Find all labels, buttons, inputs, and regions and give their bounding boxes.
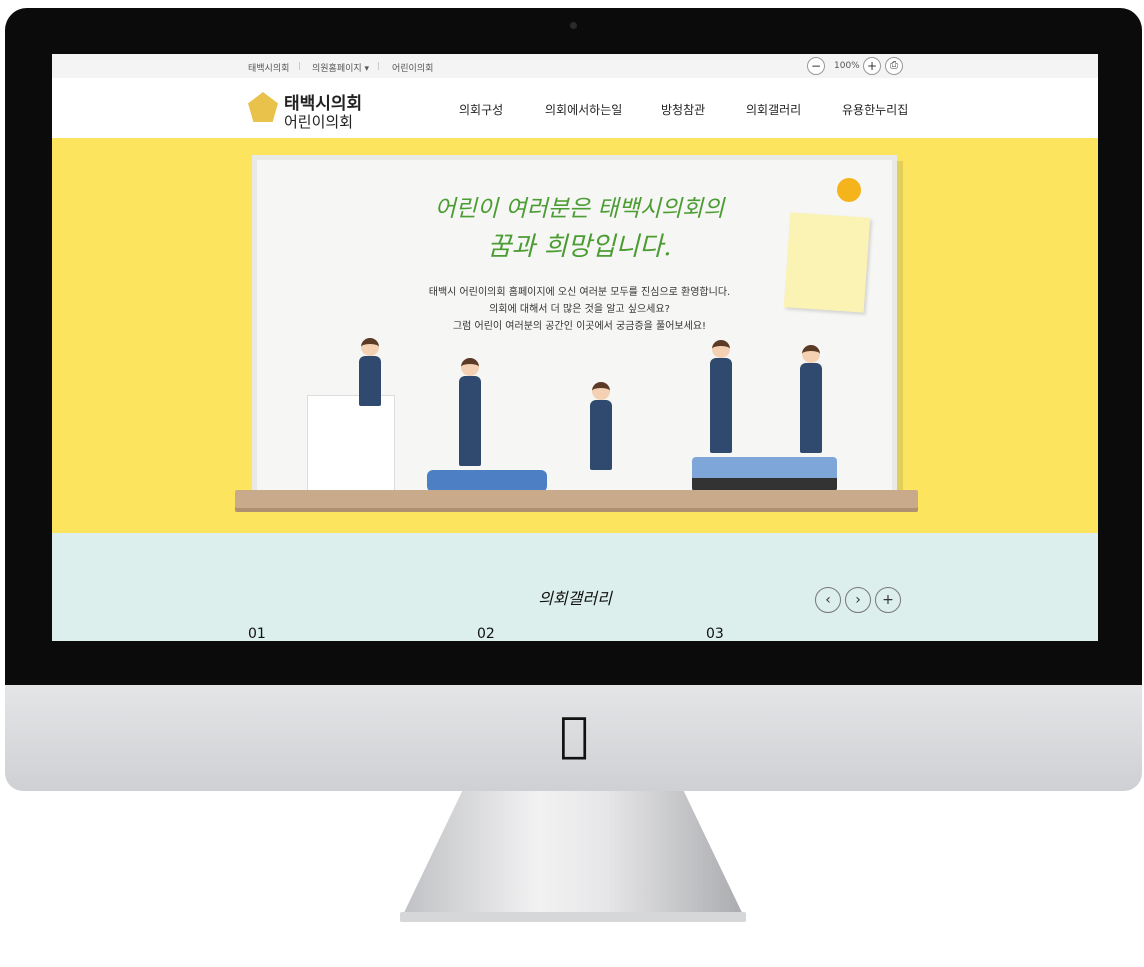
logo-subtitle[interactable]: 어린이의회 xyxy=(284,111,353,132)
monitor-stand-base xyxy=(400,912,746,922)
rolled-mat xyxy=(427,470,547,492)
link-member-homepage[interactable]: 의원홈페이지 ▾ xyxy=(312,61,369,74)
camera-icon xyxy=(570,22,577,29)
gallery-title: 의회갤러리 xyxy=(538,589,612,608)
zoom-in-button[interactable]: + xyxy=(863,57,881,75)
gallery-more-button[interactable]: + xyxy=(875,587,901,613)
whiteboard: 어린이 여러분은 태백시의회의 꿈과 희망입니다. 태백시 어린이의회 홈페이지… xyxy=(252,155,897,495)
nav-council-work[interactable]: 의회에서하는일 xyxy=(545,101,622,118)
gallery-item-number[interactable]: 03 xyxy=(706,626,724,641)
child-body xyxy=(459,376,481,466)
shelf xyxy=(235,490,918,508)
link-children-council[interactable]: 어린이의회 xyxy=(392,61,433,74)
divider xyxy=(299,62,300,70)
hero-banner: 어린이 여러분은 태백시의회의 꿈과 희망입니다. 태백시 어린이의회 홈페이지… xyxy=(52,138,1098,533)
gallery-section: 의회갤러리 ‹ › + 01 02 03 xyxy=(52,533,1098,641)
link-council[interactable]: 태백시의회 xyxy=(248,61,289,74)
child-figure xyxy=(361,338,379,356)
gallery-next-button[interactable]: › xyxy=(845,587,871,613)
nav-links[interactable]: 유용한누리집 xyxy=(842,101,908,118)
child-body xyxy=(710,358,732,453)
divider xyxy=(378,62,379,70)
apple-logo-icon:  xyxy=(551,707,597,763)
pin-icon xyxy=(837,178,861,202)
child-figure xyxy=(461,358,479,376)
header: 태백시의회 어린이의회 의회구성 의회에서하는일 방청참관 의회갤러리 유용한누… xyxy=(52,78,1098,138)
step-platform xyxy=(692,457,837,492)
zoom-out-button[interactable]: − xyxy=(807,57,825,75)
screen: 태백시의회 의원홈페이지 ▾ 어린이의회 − 100% + ⎙ 태백시의회 어린… xyxy=(52,54,1098,641)
child-body xyxy=(590,400,612,470)
gallery-item-number[interactable]: 01 xyxy=(248,626,266,641)
monitor-stand xyxy=(400,791,746,921)
gallery-prev-button[interactable]: ‹ xyxy=(815,587,841,613)
zoom-level: 100% xyxy=(834,61,860,71)
intro-line-3: 그럼 어린이 여러분의 공간인 이곳에서 궁금증을 풀어보세요! xyxy=(452,321,707,332)
child-figure xyxy=(592,382,610,400)
nav-gallery[interactable]: 의회갤러리 xyxy=(746,101,801,118)
sticky-note xyxy=(783,212,871,313)
child-figure xyxy=(802,345,820,363)
child-body xyxy=(359,356,381,406)
nav-organization[interactable]: 의회구성 xyxy=(459,101,503,118)
pencil-holder-box xyxy=(307,395,395,495)
council-emblem-icon[interactable] xyxy=(248,92,278,122)
gallery-item-number[interactable]: 02 xyxy=(477,626,495,641)
top-utility-bar: 태백시의회 의원홈페이지 ▾ 어린이의회 − 100% + ⎙ xyxy=(52,54,1098,78)
print-button[interactable]: ⎙ xyxy=(885,57,903,75)
child-figure xyxy=(712,340,730,358)
child-body xyxy=(800,363,822,453)
nav-visit[interactable]: 방청참관 xyxy=(661,101,705,118)
